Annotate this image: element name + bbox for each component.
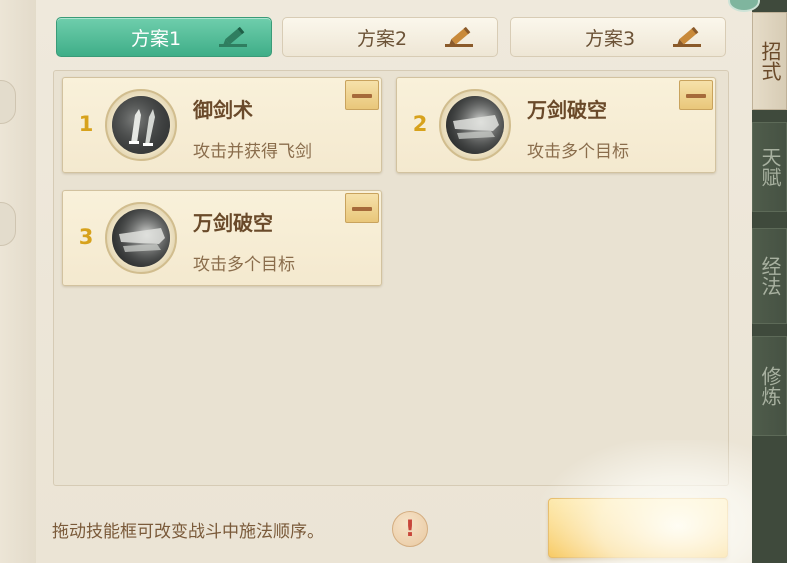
skill-name: 万剑破空: [193, 211, 273, 235]
side-tab-moves[interactable]: 招式: [752, 12, 787, 110]
sword-storm-icon: [105, 202, 177, 274]
skill-card[interactable]: 3 万剑破空 攻击多个目标: [62, 190, 382, 286]
background-left: [0, 0, 40, 563]
tab-label: 方案1: [130, 27, 182, 50]
side-tab-talent[interactable]: 天赋: [752, 122, 787, 212]
exclamation-glyph: !: [404, 516, 416, 542]
skill-order-number: 3: [78, 225, 94, 249]
tab-label: 方案3: [584, 27, 636, 50]
tab-plan-2[interactable]: 方案2: [282, 17, 498, 57]
side-tab-label: 修炼: [758, 366, 782, 406]
skill-name: 御剑术: [193, 98, 253, 122]
skill-description: 攻击并获得飞剑: [193, 142, 312, 162]
minus-icon: [352, 207, 372, 211]
left-panel-handle: [0, 80, 16, 124]
side-tab-scripture[interactable]: 经法: [752, 228, 787, 324]
skill-card[interactable]: 2 万剑破空 攻击多个目标: [396, 77, 716, 173]
sword-storm-icon: [439, 89, 511, 161]
left-panel-handle: [0, 202, 16, 246]
edit-pencil-icon[interactable]: [443, 27, 477, 49]
skill-order-number: 2: [412, 112, 428, 136]
skill-description: 攻击多个目标: [193, 255, 295, 275]
remove-skill-button[interactable]: [679, 80, 713, 110]
side-tab-cultivate[interactable]: 修炼: [752, 336, 787, 436]
remove-skill-button[interactable]: [345, 80, 379, 110]
info-exclamation-icon[interactable]: !: [392, 511, 428, 547]
skill-card[interactable]: 1 御剑术 攻击并获得飞剑: [62, 77, 382, 173]
tab-plan-1[interactable]: 方案1: [56, 17, 272, 57]
tab-plan-3[interactable]: 方案3: [510, 17, 726, 57]
drag-hint-text: 拖动技能框可改变战斗中施法顺序。: [52, 522, 324, 542]
side-tab-bar: 招式 天赋 经法 修炼: [752, 0, 787, 563]
confirm-button[interactable]: [548, 498, 728, 558]
skill-description: 攻击多个目标: [527, 142, 629, 162]
remove-skill-button[interactable]: [345, 193, 379, 223]
minus-icon: [686, 94, 706, 98]
skill-order-panel: 方案1 方案2 方案3 1 御剑术 攻击并获得飞剑 2 万剑破空 攻击多个目标 …: [36, 0, 754, 563]
edit-pencil-icon[interactable]: [217, 27, 251, 49]
side-tab-label: 天赋: [758, 147, 782, 187]
side-tab-label: 经法: [758, 256, 782, 296]
flying-swords-icon: [105, 89, 177, 161]
skill-list-area: 1 御剑术 攻击并获得飞剑 2 万剑破空 攻击多个目标 3 万剑破空 攻击多个目…: [53, 70, 729, 486]
side-tab-label: 招式: [758, 41, 782, 81]
skill-order-number: 1: [78, 112, 94, 136]
minus-icon: [352, 94, 372, 98]
tab-label: 方案2: [356, 27, 408, 50]
edit-pencil-icon[interactable]: [671, 27, 705, 49]
skill-name: 万剑破空: [527, 98, 607, 122]
